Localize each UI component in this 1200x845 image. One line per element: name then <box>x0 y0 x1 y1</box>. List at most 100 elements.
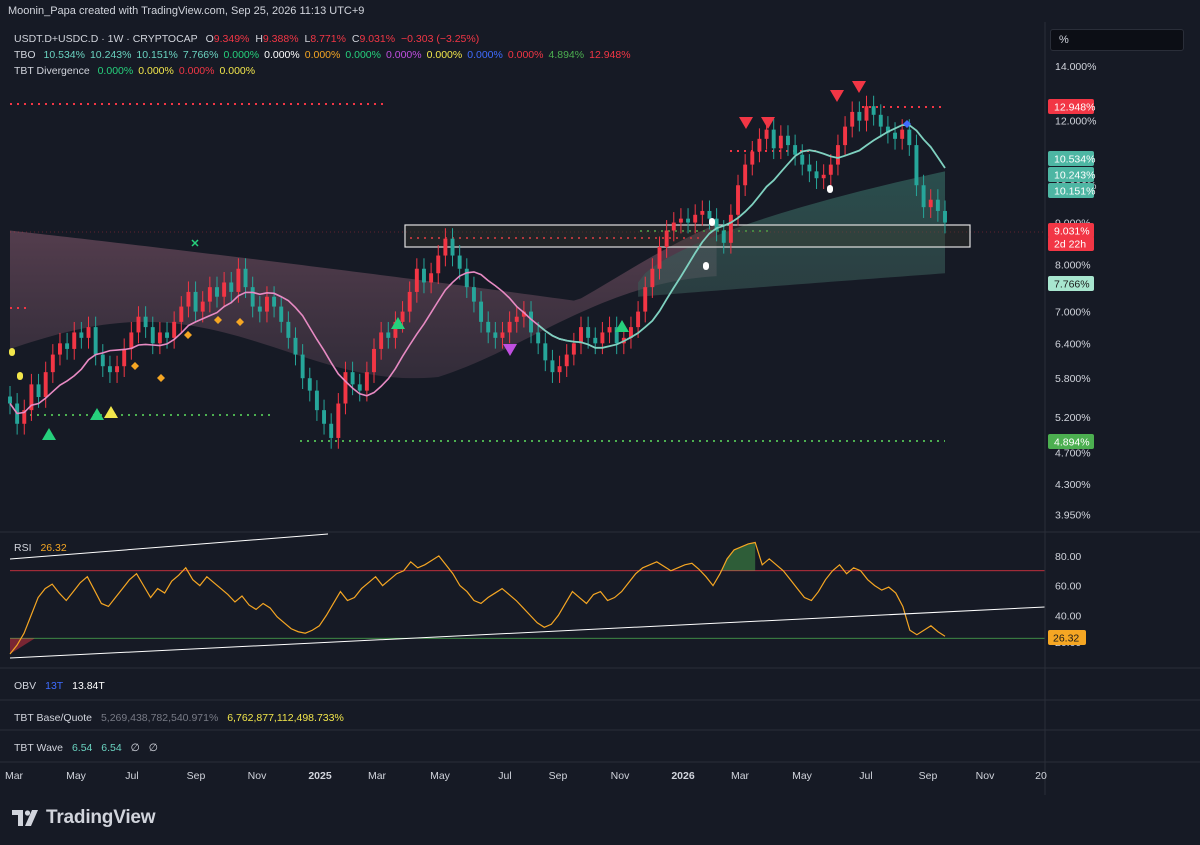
price-badge: 2d 22h <box>1048 236 1094 251</box>
candle-body <box>486 321 491 333</box>
candle-body <box>272 296 277 307</box>
candle-body <box>179 306 184 322</box>
divergence-diamond <box>184 331 192 339</box>
time-tick-label: Nov <box>611 770 630 782</box>
candle-body <box>893 132 898 139</box>
rsi-legend[interactable]: RSI 26.32 <box>14 542 73 554</box>
rsi-trendline <box>9 606 1046 659</box>
time-tick-label: Mar <box>5 770 24 782</box>
candle-body <box>743 164 748 186</box>
candle-body <box>229 282 234 292</box>
time-tick-label: Jul <box>859 770 872 782</box>
divergence-diamond <box>157 374 165 382</box>
candle-body <box>207 287 212 302</box>
price-badge-text: 10.243% <box>1054 170 1095 182</box>
candle-body <box>79 332 84 338</box>
candle-body <box>300 354 305 379</box>
candle-body <box>414 268 419 292</box>
candle-body <box>186 291 191 307</box>
candle-body <box>935 199 940 211</box>
price-tick-label: 12.000% <box>1055 116 1096 128</box>
candle-body <box>864 106 869 121</box>
candle-body <box>307 378 312 391</box>
candle-body <box>386 332 391 338</box>
candle-body <box>678 218 683 223</box>
tbt-wave-v3: ∅ <box>130 742 140 754</box>
candle-body <box>443 238 448 256</box>
candle-body <box>364 372 369 391</box>
rsi-tick-label: 60.00 <box>1055 581 1081 593</box>
candle-body <box>664 230 669 248</box>
tbt-wave-legend[interactable]: TBT Wave 6.54 6.54 ∅ ∅ <box>14 742 164 754</box>
price-badge-text: 12.948% <box>1054 102 1095 114</box>
tradingview-logo-icon <box>12 810 38 826</box>
rsi-overbought-fill <box>720 542 756 574</box>
tradingview-logo[interactable]: TradingView <box>12 807 156 829</box>
candle-body <box>8 396 12 404</box>
candle-body <box>336 403 341 438</box>
candle-body <box>593 337 598 344</box>
cloud-bands <box>10 171 945 379</box>
candle-body <box>350 372 355 385</box>
price-chart[interactable]: 14.000%12.000%10.000%9.000%8.000%7.000%6… <box>0 0 1200 795</box>
rsi-oversold-fill <box>10 638 35 655</box>
candle-body <box>215 287 219 297</box>
candle-body <box>514 316 519 322</box>
candle-body <box>379 332 384 349</box>
tbt-base-quote-legend[interactable]: TBT Base/Quote 5,269,438,782,540.971% 6,… <box>14 712 350 724</box>
candle-body <box>464 268 469 288</box>
candle-body <box>814 171 819 179</box>
candle-body <box>543 343 548 361</box>
obv-legend[interactable]: OBV 13T 13.84T <box>14 680 111 692</box>
candle-body <box>721 230 726 243</box>
candle-body <box>122 348 127 367</box>
price-badge: 7.766% <box>1048 276 1094 291</box>
candle-body <box>279 306 284 322</box>
candle-body <box>193 291 198 312</box>
price-axis[interactable]: 14.000%12.000%10.000%9.000%8.000%7.000%6… <box>1048 61 1096 649</box>
time-tick-label: Sep <box>919 770 938 782</box>
price-badge-text: 7.766% <box>1054 279 1090 291</box>
time-axis[interactable]: Mar May Jul Sep Nov 2025 Mar May Jul Sep Nov 2026 Ma… <box>5 770 1047 782</box>
price-badge: 10.534% <box>1048 151 1095 166</box>
price-tick-label: 4.700% <box>1055 448 1091 460</box>
price-badge-text: 10.534% <box>1054 154 1095 166</box>
time-tick-label: Sep <box>549 770 568 782</box>
tbt-bq-name[interactable]: TBT Base/Quote <box>14 712 92 724</box>
obv-name[interactable]: OBV <box>14 680 36 692</box>
candle-body <box>172 321 177 338</box>
candle-body <box>93 327 98 355</box>
candle-body <box>529 311 533 333</box>
price-tick-label: 4.300% <box>1055 479 1091 491</box>
candle-body <box>686 218 691 223</box>
sell-signal-triangle <box>761 117 775 129</box>
rsi-name[interactable]: RSI <box>14 542 32 554</box>
candle-body <box>157 332 162 344</box>
candle-body <box>129 332 134 349</box>
tbt-wave-name[interactable]: TBT Wave <box>14 742 63 754</box>
time-tick-label: Nov <box>976 770 995 782</box>
candle-body <box>821 174 826 179</box>
price-tick-label: 6.400% <box>1055 338 1091 350</box>
candle-body <box>778 135 783 149</box>
rsi-line <box>9 541 946 655</box>
candle-body <box>264 296 269 312</box>
price-badge: 10.151% <box>1048 183 1095 198</box>
candle-body <box>807 164 812 172</box>
candle-body <box>357 384 362 391</box>
candle-body <box>471 287 476 302</box>
price-badge-text: 10.151% <box>1054 186 1095 198</box>
rsi-tick-label: 80.00 <box>1055 551 1081 563</box>
time-tick-label: Sep <box>187 770 206 782</box>
candle-body <box>786 135 790 146</box>
candle-body <box>928 199 933 208</box>
candle-body <box>557 366 562 373</box>
candle-body <box>564 354 569 367</box>
candle-body <box>878 114 883 127</box>
candle-body <box>700 210 705 215</box>
time-tick-label: Jul <box>125 770 138 782</box>
time-tick-label: May <box>66 770 87 782</box>
yellow-pill-marker <box>17 372 23 380</box>
candle-body <box>793 145 798 155</box>
candle-body <box>657 247 662 269</box>
